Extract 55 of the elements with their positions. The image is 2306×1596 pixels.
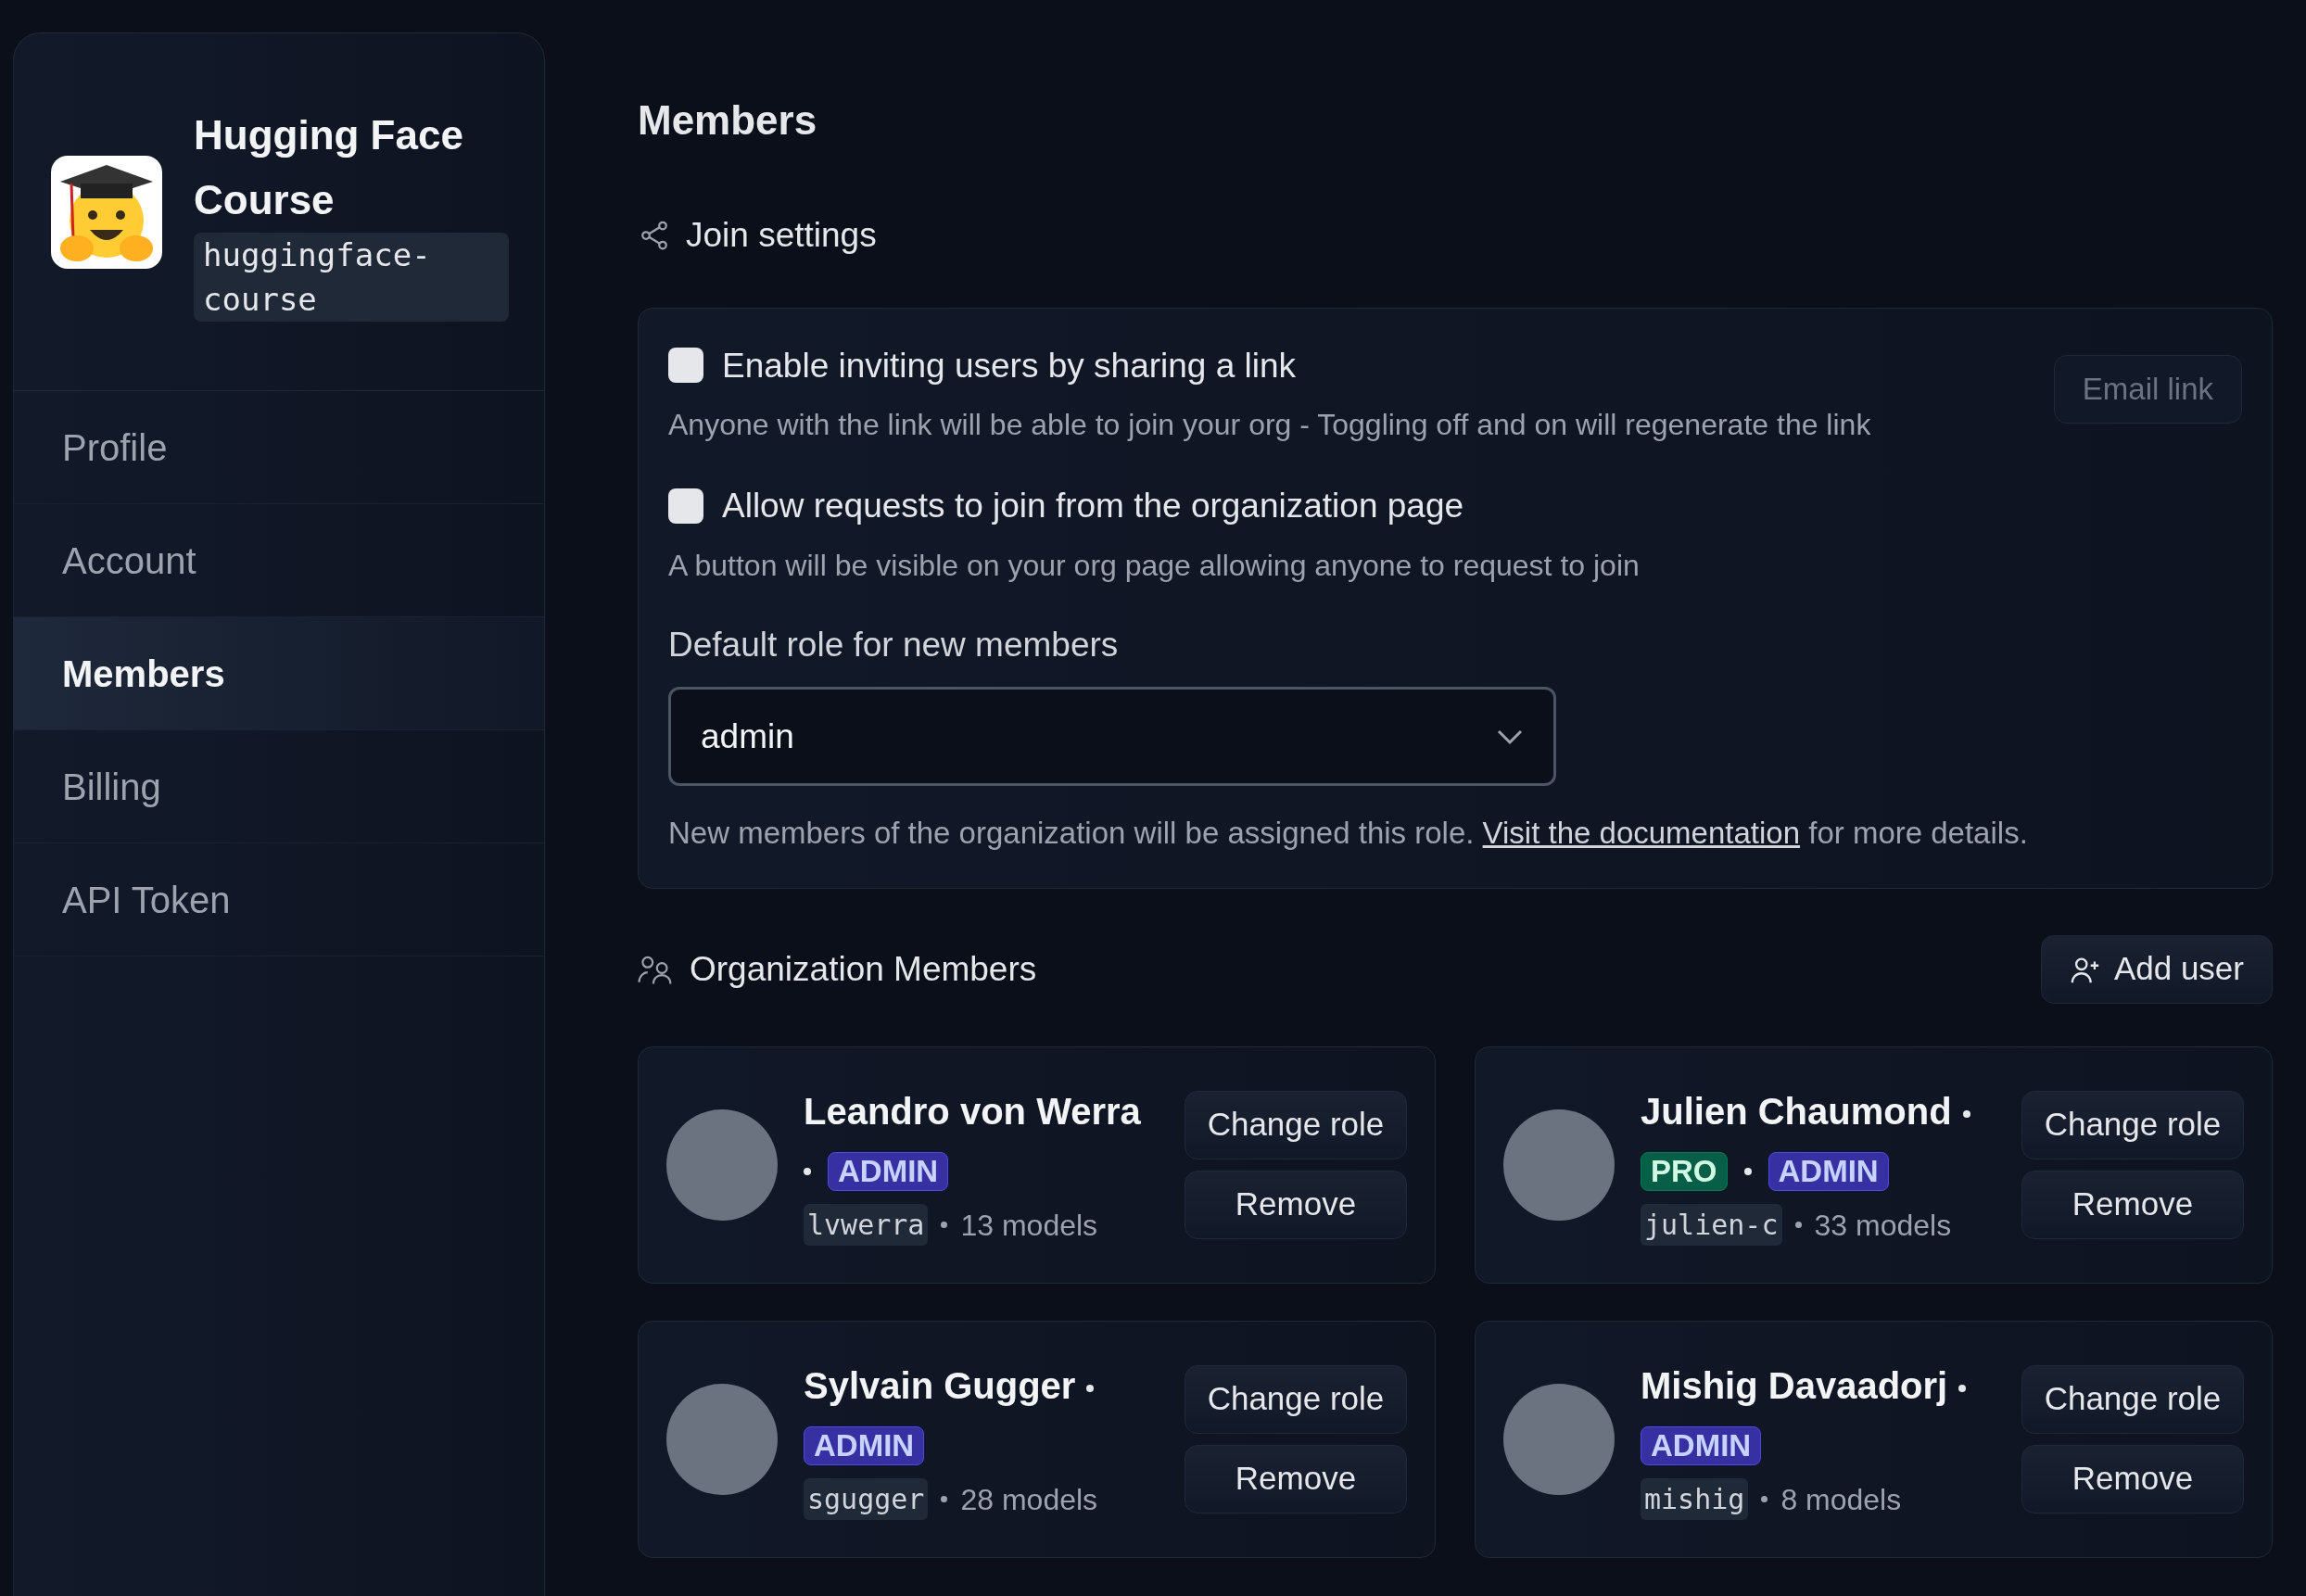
change-role-button[interactable]: Change role (2021, 1364, 2244, 1434)
option-label: Allow requests to join from the organization page (722, 486, 1464, 526)
option-label: Enable inviting users by sharing a link (722, 345, 1297, 386)
documentation-link[interactable]: Visit the documentation (1482, 816, 1801, 850)
username: mishig (1641, 1478, 1749, 1520)
member-name: Julien Chaumond (1641, 1090, 1952, 1132)
sidebar-nav-item[interactable]: API Token (14, 843, 544, 956)
dot-separator-icon (941, 1222, 948, 1228)
role-select[interactable]: admin (668, 687, 1556, 786)
change-role-button[interactable]: Change role (1185, 1090, 1407, 1159)
sidebar-nav-item[interactable]: Members (14, 617, 544, 730)
member-name: Mishig Davaadorj (1641, 1364, 1948, 1406)
sidebar-nav-item[interactable]: Profile (14, 391, 544, 504)
organization-handle: huggingface-course (194, 232, 509, 322)
checkbox[interactable] (668, 348, 703, 384)
member-name: Sylvain Gugger (804, 1364, 1076, 1406)
model-count: 28 models (960, 1481, 1098, 1518)
dot-separator-icon (1743, 1167, 1752, 1175)
dot-separator-icon (1958, 1384, 1967, 1392)
role-badge: PRO (1641, 1151, 1728, 1191)
member-name: Leandro von Werra (804, 1090, 1141, 1132)
page-title: Members (638, 96, 817, 145)
role-badge: ADMIN (828, 1151, 949, 1191)
help-text: New members of the organization will be assigned this role. Visit the documentation for more details. (668, 815, 2028, 852)
section-heading: Organization Members (690, 948, 1037, 990)
remove-button[interactable]: Remove (2021, 1170, 2244, 1239)
dot-separator-icon (1794, 1222, 1802, 1228)
organization-name: Hugging Face Course (194, 110, 464, 224)
checkbox[interactable] (668, 488, 703, 524)
model-count: 8 models (1780, 1481, 1902, 1518)
remove-button[interactable]: Remove (2021, 1444, 2244, 1514)
option-description: Anyone with the link will be able to join your org - Toggling off and on will regenerate the link (668, 407, 1871, 443)
change-role-button[interactable]: Change role (1185, 1364, 1407, 1434)
dot-separator-icon (1962, 1109, 1970, 1118)
model-count: 33 models (1814, 1207, 1952, 1244)
chevron-down-icon (1496, 728, 1524, 745)
sidebar-nav-item[interactable]: Billing (14, 730, 544, 843)
section-heading: Join settings (686, 215, 877, 256)
username: lvwerra (804, 1204, 929, 1246)
field-label: Default role for new members (668, 624, 1119, 665)
model-count: 13 models (960, 1207, 1098, 1244)
dot-separator-icon (804, 1167, 811, 1175)
role-badge: ADMIN (1641, 1425, 1762, 1465)
username: sgugger (804, 1478, 929, 1520)
remove-button[interactable]: Remove (1185, 1444, 1407, 1514)
username: julien-c (1641, 1204, 1782, 1246)
change-role-button[interactable]: Change role (2021, 1090, 2244, 1159)
add-user-button[interactable]: Add user (2040, 934, 2273, 1004)
dot-separator-icon (1086, 1384, 1095, 1392)
dot-separator-icon (1761, 1496, 1768, 1502)
option-description: A button will be visible on your org page allowing anyone to request to join (668, 547, 1640, 584)
remove-button[interactable]: Remove (1185, 1170, 1407, 1239)
role-badge: ADMIN (804, 1425, 925, 1465)
role-badge: ADMIN (1768, 1151, 1889, 1191)
dot-separator-icon (941, 1496, 948, 1502)
